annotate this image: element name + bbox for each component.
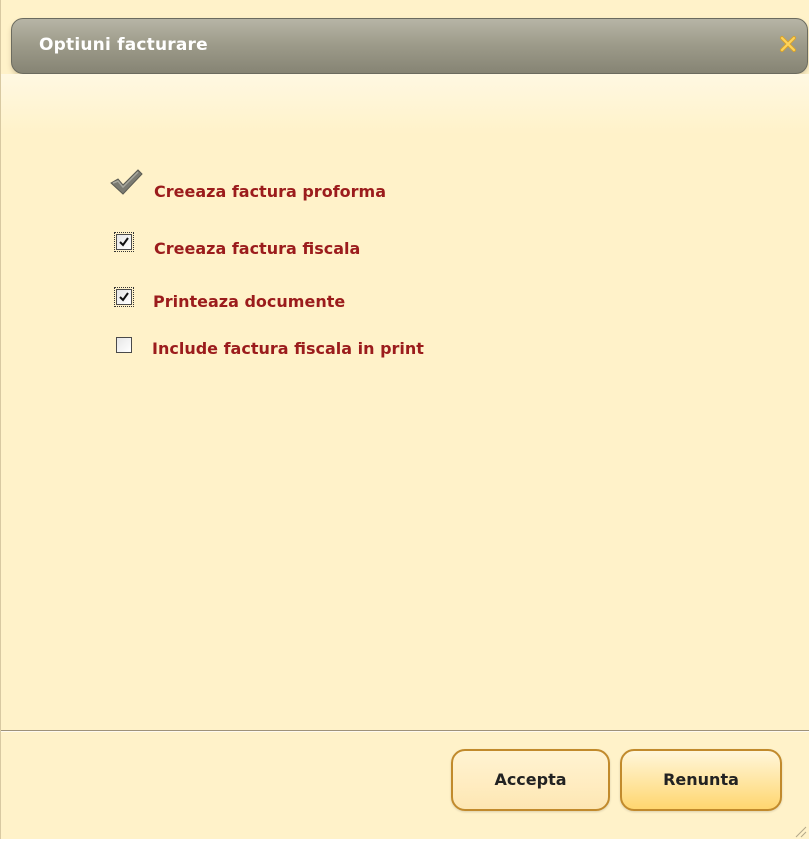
dialog-title: Optiuni facturare bbox=[39, 35, 208, 55]
footer-divider bbox=[1, 730, 809, 732]
header-glow bbox=[1, 74, 809, 134]
cancel-button[interactable]: Renunta bbox=[620, 749, 782, 811]
close-icon[interactable] bbox=[775, 31, 801, 57]
billing-options-dialog: Optiuni facturare Creeaza factura profor… bbox=[0, 0, 809, 839]
checkbox-include-fiscal-in-print[interactable] bbox=[116, 337, 132, 353]
checkbox-fiscal-invoice[interactable] bbox=[114, 232, 134, 252]
option-label-fiscal-invoice[interactable]: Creeaza factura fiscala bbox=[154, 239, 360, 258]
option-label-include-fiscal-in-print[interactable]: Include factura fiscala in print bbox=[152, 339, 424, 358]
checkbox-print-documents[interactable] bbox=[114, 287, 134, 307]
resize-grip-icon[interactable] bbox=[793, 823, 807, 838]
option-label-proforma: Creeaza factura proforma bbox=[154, 182, 386, 201]
option-label-print-documents[interactable]: Printeaza documente bbox=[153, 292, 345, 311]
checkmark-icon bbox=[108, 167, 144, 197]
dialog-titlebar[interactable]: Optiuni facturare bbox=[11, 18, 808, 74]
accept-button[interactable]: Accepta bbox=[451, 749, 610, 811]
